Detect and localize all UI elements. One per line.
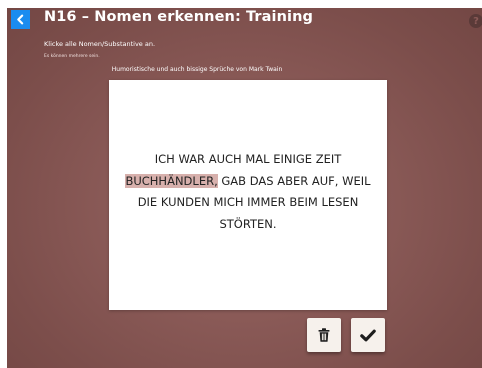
quote-word[interactable]: ABER bbox=[277, 174, 308, 188]
quote-word[interactable]: DIE bbox=[138, 195, 158, 209]
quote-word[interactable]: ICH bbox=[155, 152, 175, 166]
delete-button[interactable] bbox=[307, 318, 341, 352]
chevron-left-icon bbox=[17, 14, 24, 25]
quote-source: Humoristische und auch bissige Sprüche v… bbox=[111, 66, 283, 73]
quote-line: BUCHHÄNDLER, GAB DAS ABER AUF, WEIL bbox=[109, 171, 387, 193]
quote-word[interactable]: KUNDEN bbox=[161, 195, 210, 209]
hint-text: Es können mehrere sein. bbox=[44, 54, 100, 59]
quote-word[interactable]: MICH bbox=[214, 195, 244, 209]
help-button[interactable]: ? bbox=[469, 14, 482, 28]
submit-button[interactable] bbox=[351, 318, 385, 352]
quote-word[interactable]: BUCHHÄNDLER, bbox=[125, 173, 218, 188]
exercise-screen: N16 – Nomen erkennen: Training ? Klicke … bbox=[7, 8, 482, 368]
quote-word[interactable]: EINIGE bbox=[273, 152, 312, 166]
trash-icon bbox=[318, 328, 330, 342]
quote-word[interactable]: DAS bbox=[250, 174, 274, 188]
quote-word[interactable]: AUCH bbox=[209, 152, 242, 166]
quote-line: ICH WAR AUCH MAL EINIGE ZEIT bbox=[109, 149, 387, 171]
quote-word[interactable]: WAR bbox=[178, 152, 205, 166]
quote-text: ICH WAR AUCH MAL EINIGE ZEIT BUCHHÄNDLER… bbox=[109, 149, 387, 235]
help-icon: ? bbox=[473, 15, 479, 27]
quote-word[interactable]: LESEN bbox=[321, 195, 358, 209]
quote-word[interactable]: IMMER bbox=[247, 195, 286, 209]
quote-word[interactable]: BEIM bbox=[289, 195, 317, 209]
quote-word[interactable]: AUF, bbox=[312, 174, 339, 188]
quote-card: ICH WAR AUCH MAL EINIGE ZEIT BUCHHÄNDLER… bbox=[109, 80, 387, 310]
quote-word[interactable]: STÖRTEN. bbox=[219, 217, 276, 231]
page-title: N16 – Nomen erkennen: Training bbox=[44, 9, 313, 25]
instruction-text: Klicke alle Nomen/Substantive an. bbox=[44, 40, 156, 48]
quote-word[interactable]: GAB bbox=[221, 174, 246, 188]
quote-line: STÖRTEN. bbox=[109, 214, 387, 236]
quote-word[interactable]: ZEIT bbox=[316, 152, 342, 166]
quote-line: DIE KUNDEN MICH IMMER BEIM LESEN bbox=[109, 192, 387, 214]
quote-word[interactable]: MAL bbox=[245, 152, 269, 166]
back-button[interactable] bbox=[11, 10, 30, 29]
quote-word[interactable]: WEIL bbox=[342, 174, 370, 188]
checkmark-icon bbox=[360, 329, 376, 341]
